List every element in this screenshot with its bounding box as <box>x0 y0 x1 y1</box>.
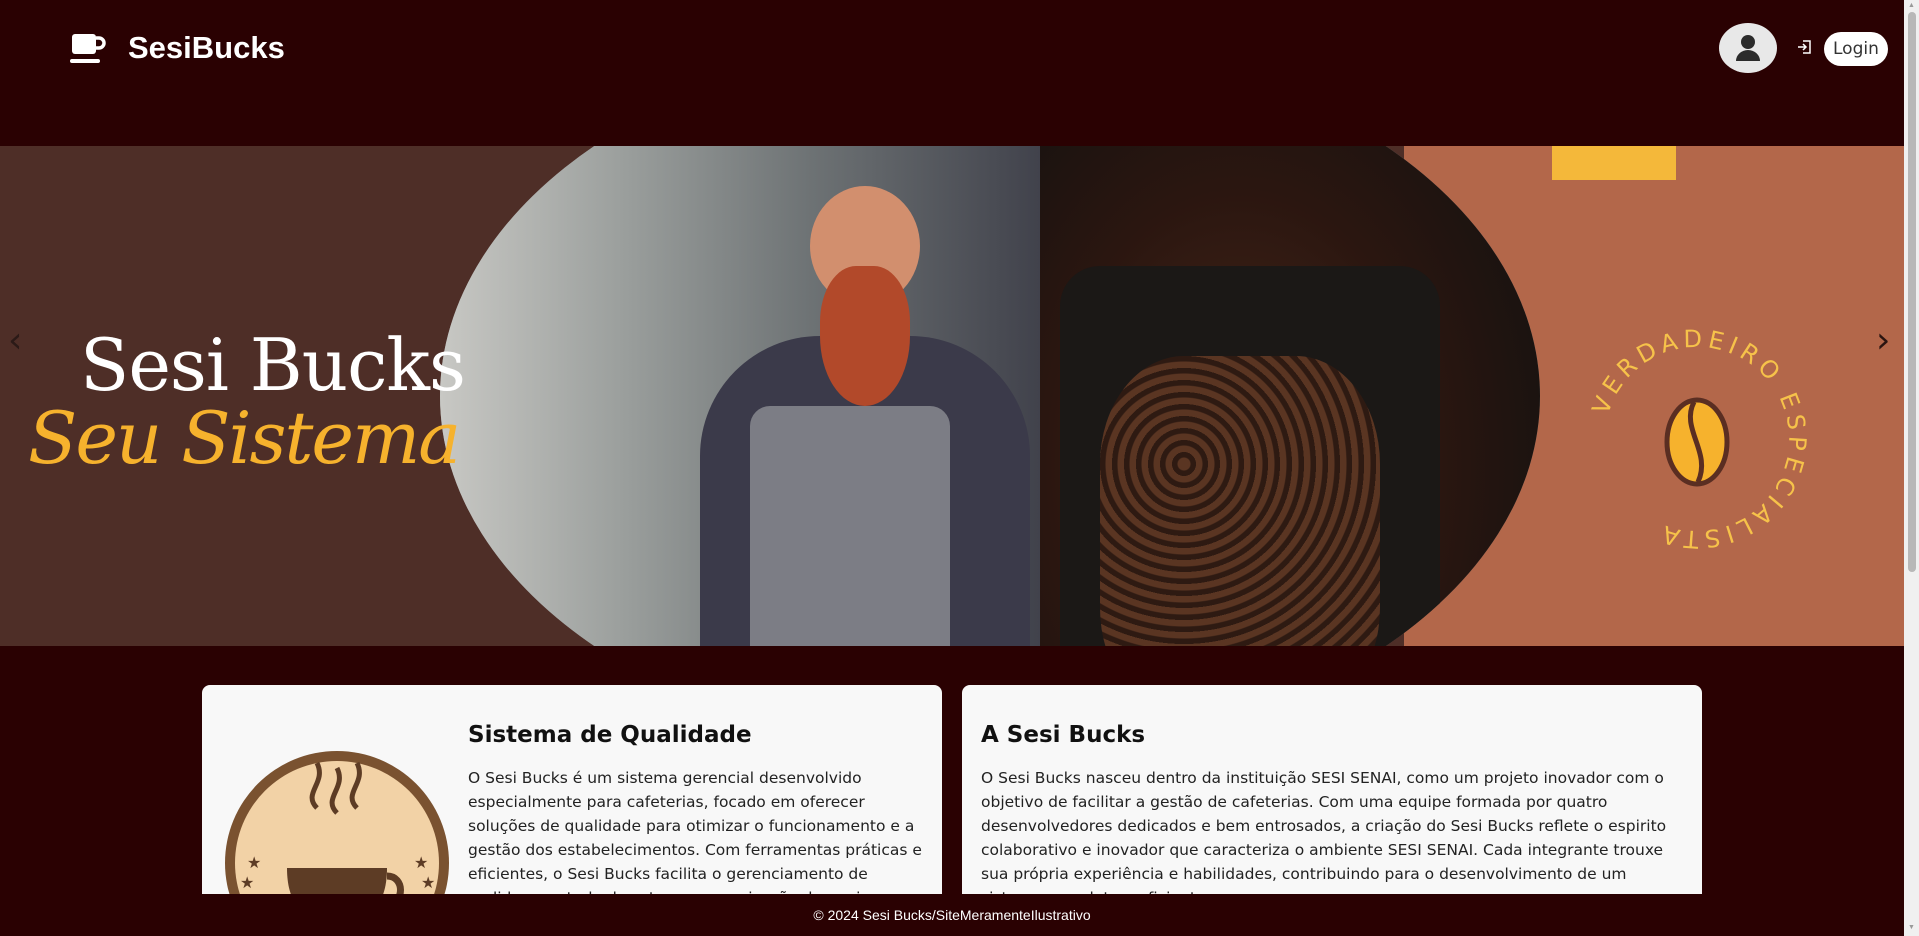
coffee-bean-icon <box>1664 397 1730 487</box>
user-icon <box>1736 35 1760 61</box>
hero-accent-block <box>1552 146 1676 180</box>
scrollbar-thumb[interactable] <box>1908 12 1916 572</box>
footer-copyright: © 2024 Sesi Bucks/SiteMeramenteIlustrati… <box>813 907 1091 923</box>
svg-text:★: ★ <box>240 875 254 892</box>
hero-carousel: Sesi Bucks Seu Sistema VERDADEIRO ESPECI… <box>0 146 1904 646</box>
hero-photo <box>440 146 1540 646</box>
user-avatar-button[interactable] <box>1719 23 1777 73</box>
card-title: Sistema de Qualidade <box>468 722 752 748</box>
page-scrollbar[interactable]: ▲ ▼ <box>1904 0 1919 936</box>
hero-subtitle: Seu Sistema <box>28 396 461 480</box>
sign-in-icon <box>1797 40 1811 58</box>
carousel-next-button[interactable]: › <box>1876 320 1890 361</box>
scroll-down-arrow-icon[interactable]: ▼ <box>1908 924 1915 931</box>
login-button[interactable]: Login <box>1824 32 1888 66</box>
card-text: O Sesi Bucks nasceu dentro da instituiçã… <box>981 769 1667 907</box>
svg-text:★: ★ <box>414 855 428 872</box>
brand-name: SesiBucks <box>128 30 285 65</box>
scroll-up-arrow-icon[interactable]: ▲ <box>1908 2 1915 9</box>
svg-text:★: ★ <box>421 875 435 892</box>
footer: © 2024 Sesi Bucks/SiteMeramenteIlustrati… <box>0 894 1904 936</box>
svg-text:★: ★ <box>247 855 261 872</box>
specialist-badge: VERDADEIRO ESPECIALISTA <box>1587 325 1807 554</box>
card-title: A Sesi Bucks <box>981 722 1146 748</box>
coffee-cup-icon <box>70 34 106 63</box>
hero-title: Sesi Bucks <box>80 323 466 407</box>
carousel-prev-button[interactable]: ‹ <box>8 320 22 361</box>
navbar: SesiBucks Login <box>0 0 1904 146</box>
brand-link[interactable]: SesiBucks <box>70 30 285 66</box>
